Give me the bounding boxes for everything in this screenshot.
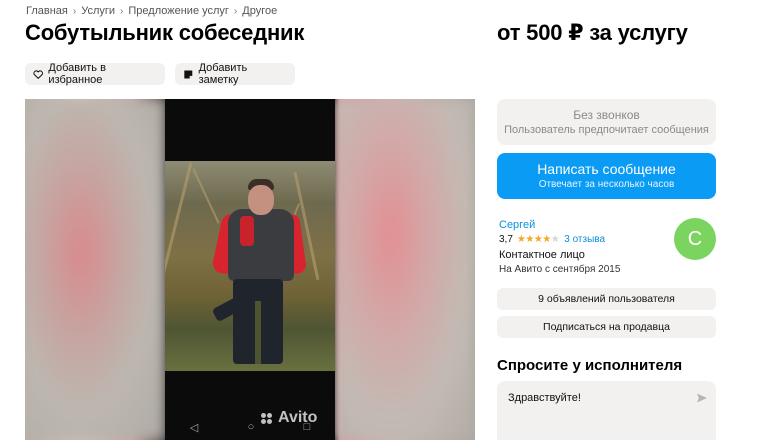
home-icon: ○ [247,421,255,433]
add-note-label: Добавить заметку [198,62,248,86]
no-calls-subtitle: Пользователь предпочитает сообщения [504,124,709,136]
breadcrumb-item-other[interactable]: Другое [242,5,277,17]
write-message-label: Написать сообщение [537,161,676,177]
breadcrumb-separator: › [120,5,124,17]
seller-role: Контактное лицо [499,249,585,261]
heart-icon [33,69,43,79]
reviews-link[interactable]: 3 отзыва [564,234,605,245]
send-icon[interactable] [696,392,708,404]
seller-ads-button[interactable]: 9 объявлений пользователя [497,288,716,310]
add-to-favorites-button[interactable]: Добавить в избранное [25,62,165,86]
add-note-button[interactable]: Добавить заметку [175,62,295,86]
ask-message-text: Здравствуйте! [508,392,581,404]
seller-card: Сергей 3,7 ★★★★★ 3 отзыва Контактное лиц… [497,217,716,282]
ask-message-field[interactable]: Здравствуйте! [497,381,716,440]
breadcrumb: Главная › Услуги › Предложение услуг › Д… [26,5,277,17]
breadcrumb-item-service-offers[interactable]: Предложение услуг [128,5,229,17]
seller-since: На Авито с сентября 2015 [499,264,621,275]
ask-section-title: Спросите у исполнителя [497,357,683,374]
write-message-button[interactable]: Написать сообщение Отвечает за несколько… [497,153,716,199]
rating-value: 3,7 [499,234,513,245]
breadcrumb-separator: › [72,5,77,17]
no-calls-notice: Без звонков Пользователь предпочитает со… [497,99,716,145]
breadcrumb-separator: › [233,5,238,17]
seller-rating: 3,7 ★★★★★ 3 отзыва [499,234,605,245]
phone-navigation-bar: ◁ ○ □ [165,416,335,438]
breadcrumb-item-services[interactable]: Услуги [81,5,115,17]
note-icon [184,70,193,78]
gallery-main-image[interactable]: Avito ◁ ○ □ [165,99,335,440]
avatar[interactable]: С [674,218,716,260]
recents-icon: □ [303,421,311,433]
add-to-favorites-label: Добавить в избранное [48,62,106,86]
breadcrumb-item-home[interactable]: Главная [26,5,68,17]
subscribe-seller-button[interactable]: Подписаться на продавца [497,316,716,338]
back-icon: ◁ [189,421,199,434]
page-title: Собутыльник собеседник [25,20,305,45]
seller-name-link[interactable]: Сергей [499,219,535,231]
response-time-label: Отвечает за несколько часов [538,179,675,190]
gallery-blur-right [335,99,475,440]
price: от 500 ₽ за услугу [497,20,688,45]
person-figure [195,179,308,371]
no-calls-title: Без звонков [573,108,640,122]
stars-filled: ★★★★ [516,234,551,245]
photo-person-outdoors [165,161,335,371]
gallery-blur-left [25,99,165,440]
stars-empty: ★ [550,234,560,245]
rating-stars: ★★★★★ [516,234,560,245]
photo-gallery[interactable]: Avito ◁ ○ □ [25,99,475,440]
